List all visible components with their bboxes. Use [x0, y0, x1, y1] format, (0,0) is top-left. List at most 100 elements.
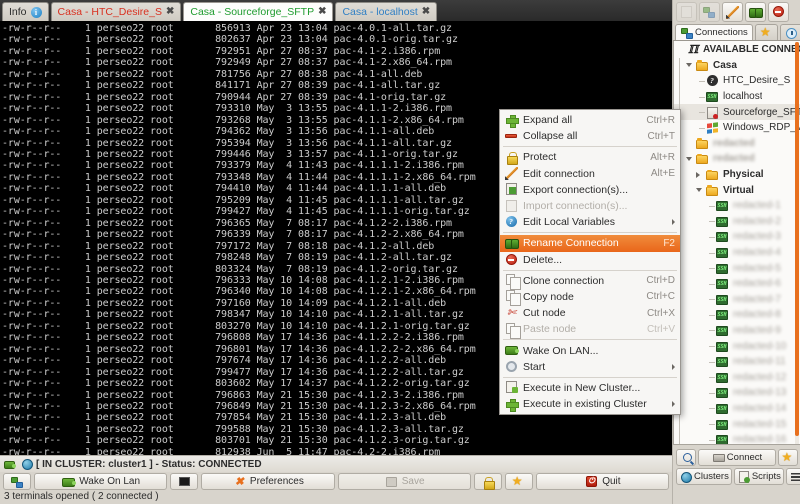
tree-item[interactable]: redacted: [674, 135, 800, 152]
panel-tab-connections[interactable]: Connections: [675, 24, 753, 40]
button-label: Quit: [602, 476, 621, 487]
tree-item[interactable]: SSH localhost: [674, 88, 800, 105]
ssh-icon: SSH: [716, 388, 728, 399]
menu-item-rename-connection[interactable]: Rename Connection F2: [500, 235, 680, 252]
tree-item[interactable]: SSH redacted-11: [674, 353, 800, 370]
menu-item-clone-connection[interactable]: Clone connection Ctrl+D: [500, 273, 680, 291]
menu-item-cut-node[interactable]: ✄ Cut node Ctrl+X: [500, 305, 680, 321]
tree-item[interactable]: Virtual: [674, 182, 800, 198]
tree-item[interactable]: SSH redacted-2: [674, 213, 800, 230]
menu-item-import-connection-s: Import connection(s)...: [500, 198, 680, 214]
expander-down-icon[interactable]: [694, 182, 705, 198]
wol-icon: [4, 458, 17, 471]
tree-item[interactable]: SSH redacted-14: [674, 400, 800, 417]
tree-item[interactable]: SSH redacted-5: [674, 260, 800, 276]
connections-actions: Connect ★ Clusters Scripts PCC: [673, 447, 800, 487]
no-entry-icon: [504, 252, 519, 267]
tree-item[interactable]: redacted: [674, 151, 800, 167]
connect-button[interactable]: Connect: [698, 449, 776, 466]
menu-item-edit-connection[interactable]: Edit connection Alt+E: [500, 166, 680, 182]
copy-icon: [504, 289, 521, 307]
connections-tree[interactable]: ℿAVAILABLE CONNECTIONSCasa?HTC_Desire_SS…: [673, 41, 800, 445]
button-label: Scripts: [751, 471, 781, 482]
tree-branch-line: [694, 89, 705, 105]
tree-item-label: HTC_Desire_S: [723, 75, 791, 87]
tree-item[interactable]: ℿ AVAILABLE CONNECTIONS: [674, 42, 800, 58]
plus-icon: [504, 397, 519, 412]
tree-item[interactable]: SSH redacted-6: [674, 275, 800, 292]
tree-item[interactable]: SSH redacted-7: [674, 291, 800, 308]
expander-down-icon[interactable]: [684, 58, 695, 74]
folder-icon: [705, 168, 720, 181]
menu-item-copy-node[interactable]: Copy node Ctrl+C: [500, 289, 680, 307]
menu-item-delete[interactable]: Delete...: [500, 252, 680, 268]
tree-item[interactable]: SSH redacted-1: [674, 197, 800, 214]
tree-item[interactable]: Sourceforge_SFTP: [674, 104, 800, 120]
ssh-icon: SSH: [716, 403, 728, 414]
panel-tab-clock-icon[interactable]: [779, 24, 800, 40]
preferences-button[interactable]: ✖ Preferences: [201, 473, 335, 490]
connection-context-menu[interactable]: Expand all Ctrl+R Collapse all Ctrl+T Protec…: [499, 109, 681, 416]
menu-item-accelerator: Ctrl+V: [646, 323, 675, 335]
tree-item[interactable]: SSH redacted-10: [674, 338, 800, 354]
terminal-tab-casa-localhost[interactable]: Casa - localhost ✖: [335, 2, 438, 21]
expander-down-icon[interactable]: [684, 151, 695, 167]
menu-item-start[interactable]: Start: [500, 359, 680, 375]
tree-item[interactable]: Windows_RDP_VM: [674, 119, 800, 136]
chevron-right-icon: [672, 219, 675, 226]
menu-item-export-connection-s[interactable]: Export connection(s)...: [500, 182, 680, 198]
tab-label: Info: [9, 6, 27, 18]
tree-item[interactable]: SSH redacted-16: [674, 431, 800, 444]
menu-item-execute-in-existing-cluster[interactable]: Execute in existing Cluster: [500, 396, 680, 412]
favourites-button[interactable]: ★: [504, 473, 533, 490]
menu-item-execute-in-new-cluster[interactable]: Execute in New Cluster...: [500, 380, 680, 396]
tree-item-label: redacted-11: [733, 356, 786, 368]
favourite-button[interactable]: ★: [778, 449, 798, 466]
menu-item-accelerator: Ctrl+D: [646, 275, 675, 287]
tree-item[interactable]: SSH redacted-13: [674, 385, 800, 401]
menu-item-accelerator: Ctrl+C: [646, 291, 675, 303]
wake-on-lan-button[interactable]: Wake On Lan: [34, 473, 168, 490]
search-button[interactable]: [676, 449, 696, 466]
menu-item-edit-local-variables[interactable]: ? Edit Local Variables: [500, 214, 680, 230]
menu-item-wake-on-lan[interactable]: Wake On LAN...: [500, 342, 680, 358]
lock-icon: [481, 475, 495, 490]
tab-close-icon[interactable]: ✖: [318, 7, 326, 17]
show-connections-button[interactable]: [3, 473, 31, 490]
pcc-button[interactable]: PCC: [785, 468, 800, 485]
tab-close-icon[interactable]: ✖: [166, 7, 174, 17]
terminal-line: -rw-r--r-- 1 perseo22 root 790944 Apr 27…: [2, 91, 447, 103]
expander-right-icon[interactable]: [694, 167, 705, 183]
menu-item-expand-all[interactable]: Expand all Ctrl+R: [500, 112, 680, 128]
panel-tab-star-icon[interactable]: ★: [754, 24, 778, 40]
clusters-button[interactable]: Clusters: [676, 468, 732, 485]
menu-item-label: Rename Connection: [523, 237, 619, 250]
tree-item-label: redacted-13: [733, 387, 787, 399]
edit-button[interactable]: [722, 2, 743, 22]
tab-close-icon[interactable]: ✖: [422, 7, 430, 17]
terminal-line: -rw-r--r-- 1 perseo22 root 841171 Apr 27…: [2, 80, 441, 92]
tree-item[interactable]: SSH redacted-15: [674, 416, 800, 432]
terminal-tab-casa-sourceforge-sftp[interactable]: Casa - Sourceforge_SFTP ✖: [183, 2, 334, 21]
terminal-tab-casa-htc-desire-s[interactable]: Casa - HTC_Desire_S ✖: [50, 2, 182, 21]
tree-item[interactable]: ? HTC_Desire_S: [674, 73, 800, 89]
menu-item-protect[interactable]: Protect Alt+R: [500, 149, 680, 165]
delete-button[interactable]: [768, 2, 789, 22]
tree-item[interactable]: Physical: [674, 166, 800, 183]
tree-item[interactable]: Casa: [674, 57, 800, 74]
tree-item[interactable]: SSH redacted-3: [674, 229, 800, 245]
tree-item[interactable]: SSH redacted-9: [674, 322, 800, 339]
tree-scrollbar[interactable]: [795, 42, 799, 444]
binoculars-icon: [504, 236, 519, 251]
tree-item[interactable]: SSH redacted-4: [674, 244, 800, 261]
terminal-tab-info[interactable]: Info i: [2, 2, 49, 21]
quit-button[interactable]: ⏻ Quit: [535, 473, 669, 490]
scripts-button[interactable]: Scripts: [733, 468, 784, 485]
folder-icon: [695, 137, 710, 150]
tree-item[interactable]: SSH redacted-12: [674, 369, 800, 386]
wol-icon: [504, 343, 519, 358]
tree-item[interactable]: SSH redacted-8: [674, 307, 800, 323]
menu-item-collapse-all[interactable]: Collapse all Ctrl+T: [500, 128, 680, 144]
terminal-button[interactable]: [170, 473, 199, 490]
rename-button[interactable]: [745, 2, 766, 22]
